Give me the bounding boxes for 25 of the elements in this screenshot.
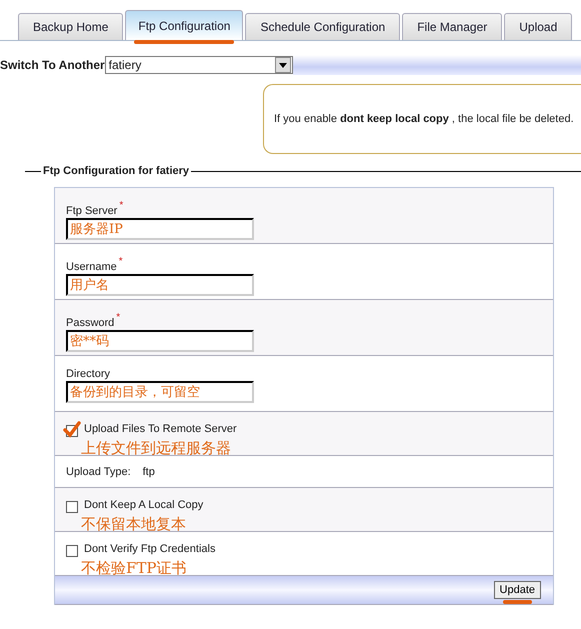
field-label: Ftp Server <box>66 205 118 217</box>
checked-checkbox[interactable] <box>62 420 82 438</box>
tab[interactable]: Upload <box>504 13 572 40</box>
switch-label: Switch To Another <box>0 58 105 72</box>
tab[interactable]: Backup Home <box>18 13 124 40</box>
tab[interactable]: File Manager <box>402 13 502 40</box>
required-mark: * <box>116 312 120 323</box>
checkbox-label: Dont Verify Ftp Credentials <box>84 543 216 555</box>
annotation-note: 不保留本地复本 <box>80 515 186 534</box>
account-dropdown[interactable]: fatiery <box>104 56 293 74</box>
field-label: Password <box>66 317 114 329</box>
tab[interactable]: Schedule Configuration <box>245 13 400 40</box>
notice-text: If you enable dont keep local copy , the local file be deleted. <box>274 113 574 125</box>
annotation-note: 不检验FTP证书 <box>80 559 187 578</box>
field-label: Username <box>66 261 117 273</box>
section-title: Ftp Configuration for fatiery <box>42 165 190 177</box>
required-mark: * <box>119 200 124 211</box>
info-value: ftp <box>142 466 155 478</box>
info-label: Upload Type: <box>66 466 131 478</box>
checkbox-label: Dont Keep A Local Copy <box>84 499 204 511</box>
annotation-underline <box>502 600 532 604</box>
checkbox-label: Upload Files To Remote Server <box>84 423 237 435</box>
field-label: Directory <box>66 368 110 380</box>
annotation-note: 上传文件到远程服务器 <box>80 439 231 458</box>
required-mark: * <box>118 256 123 267</box>
